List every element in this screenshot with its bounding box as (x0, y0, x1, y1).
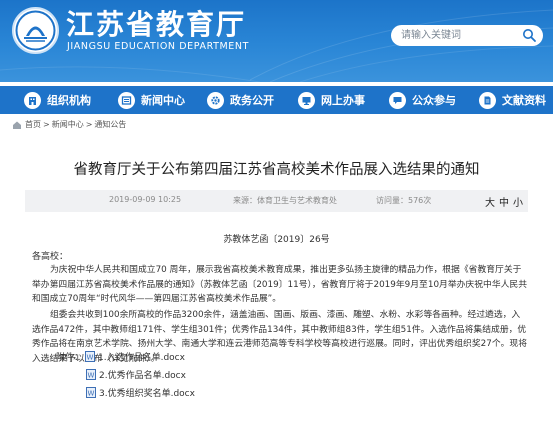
article-title: 省教育厅关于公布第四届江苏省高校美术作品展入选结果的通知 (73, 162, 480, 178)
article-meta-bar: 2019-09-09 10:25 来源：体育卫生与艺术教育处 访问量：576次 … (25, 190, 528, 212)
attachment-link[interactable]: 3.优秀组织奖名单.docx (99, 386, 195, 399)
nav-label: 公众参与 (412, 94, 456, 107)
breadcrumb-home[interactable]: 首页 (25, 119, 41, 130)
svg-text:W: W (87, 354, 94, 362)
main-nav: 组织机构 新闻中心 政务公开 网上办事 公众参与 文献资料 (0, 86, 553, 114)
attachment-link[interactable]: 2.优秀作品名单.docx (99, 368, 186, 381)
breadcrumb-news-center[interactable]: 新闻中心 (52, 119, 84, 130)
breadcrumb-separator: > (85, 120, 93, 129)
home-icon (13, 121, 21, 129)
breadcrumb-separator: > (43, 120, 50, 129)
building-icon (24, 91, 41, 109)
word-doc-icon: W (86, 369, 96, 380)
nav-item-news[interactable]: 新闻中心 (118, 86, 185, 114)
search-icon[interactable] (522, 28, 537, 43)
svg-text:W: W (88, 372, 95, 380)
site-header: 江苏省教育厅 JIANGSU EDUCATION DEPARTMENT (0, 0, 553, 82)
breadcrumb-notices[interactable]: 通知公告 (94, 119, 126, 130)
view-count: 访问量：576次 (376, 196, 432, 205)
attachment-row: 附件： W 1.入选作品名单.docx (56, 350, 185, 363)
publish-date: 2019-09-09 10:25 (109, 195, 182, 204)
nav-item-documents[interactable]: 文献资料 (479, 86, 546, 114)
nav-label: 文献资料 (502, 94, 546, 107)
gear-icon (207, 91, 224, 109)
site-title: 江苏省教育厅 (66, 8, 247, 41)
nav-item-online-services[interactable]: 网上办事 (298, 86, 365, 114)
article-paragraph: 为庆祝中华人民共和国成立70 周年，展示我省高校美术教育成果，推出更多弘扬主旋律… (32, 263, 528, 307)
monitor-icon (298, 91, 315, 109)
nav-label: 新闻中心 (141, 94, 185, 107)
nav-item-organization[interactable]: 组织机构 (24, 86, 91, 114)
article-source: 来源：体育卫生与艺术教育处 (233, 196, 337, 205)
chat-icon (389, 91, 406, 109)
salutation: 各高校： (32, 252, 69, 262)
nav-label: 政务公开 (230, 94, 274, 107)
nav-label: 网上办事 (321, 94, 365, 107)
font-size-control: 大中小 (483, 194, 525, 209)
attachment-link[interactable]: 1.入选作品名单.docx (98, 350, 185, 363)
attachments-label: 附件： (56, 353, 84, 363)
font-size-large[interactable]: 大 (485, 198, 495, 209)
document-icon (479, 91, 496, 109)
font-size-small[interactable]: 小 (513, 198, 523, 209)
word-doc-icon: W (85, 351, 96, 362)
nav-item-government-affairs[interactable]: 政务公开 (207, 86, 274, 114)
attachment-row: W 3.优秀组织奖名单.docx (86, 386, 195, 399)
word-doc-icon: W (86, 387, 96, 398)
attachment-row: W 2.优秀作品名单.docx (86, 368, 186, 381)
document-number: 苏教体艺函〔2019〕26号 (223, 235, 330, 245)
logo-emblem[interactable] (12, 7, 59, 54)
breadcrumb: 首页 > 新闻中心 > 通知公告 (12, 119, 128, 130)
nav-label: 组织机构 (47, 94, 91, 107)
nav-item-public-participation[interactable]: 公众参与 (389, 86, 456, 114)
news-icon (118, 91, 135, 109)
site-subtitle: JIANGSU EDUCATION DEPARTMENT (67, 41, 250, 52)
svg-text:W: W (88, 390, 95, 398)
search-input[interactable] (401, 27, 519, 44)
search-box (391, 25, 543, 46)
paragraph-text: 为庆祝中华人民共和国成立70 周年，展示我省高校美术教育成果，推出更多弘扬主旋律… (32, 265, 528, 304)
font-size-medium[interactable]: 中 (499, 198, 509, 209)
